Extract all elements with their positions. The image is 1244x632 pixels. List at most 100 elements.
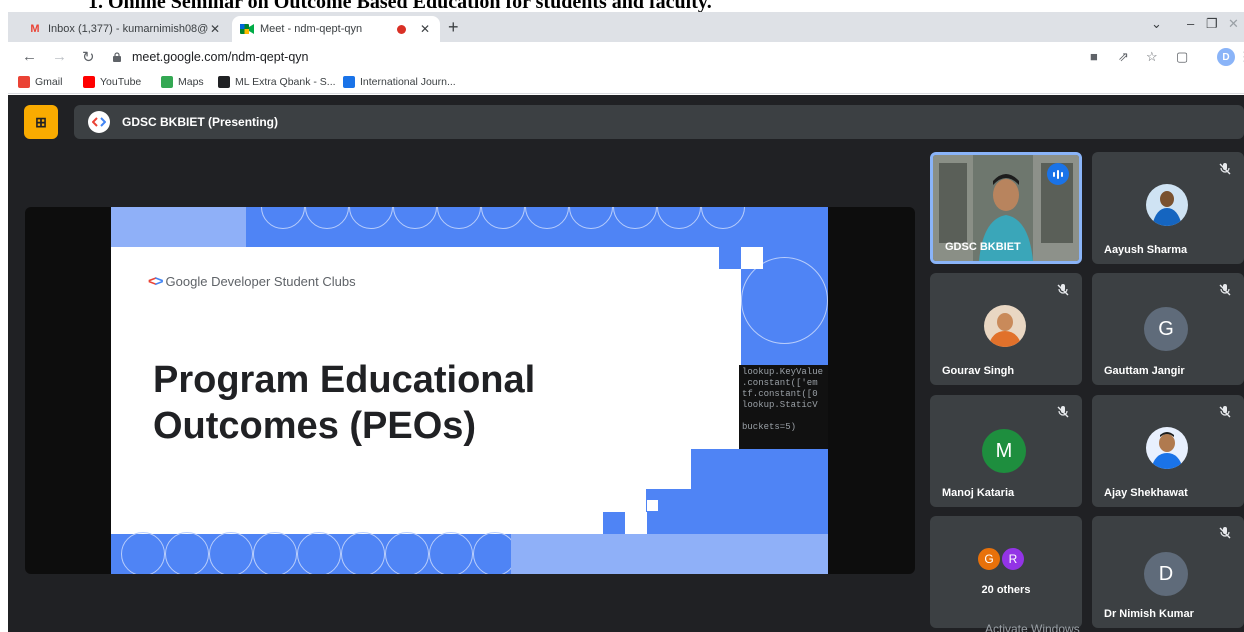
gdsc-logo-icon: <> bbox=[148, 273, 163, 290]
participant-name: Manoj Kataria bbox=[942, 487, 1015, 499]
qbank-icon bbox=[218, 76, 230, 88]
slide-step bbox=[691, 449, 828, 534]
forward-icon[interactable]: → bbox=[52, 48, 67, 65]
participant-tile-aayush-sharma[interactable]: Aayush Sharma bbox=[1092, 152, 1244, 264]
mic-off-icon bbox=[1219, 527, 1231, 539]
minimize-icon[interactable]: – bbox=[1187, 16, 1194, 31]
participant-name: Ajay Shekhawat bbox=[1104, 487, 1188, 499]
activate-windows-watermark: Activate Windows bbox=[985, 622, 1080, 632]
slide-arch bbox=[253, 532, 297, 574]
youtube-icon bbox=[83, 76, 95, 88]
tab-meet[interactable]: Meet - ndm-qept-qyn ✕ bbox=[232, 16, 440, 42]
bookmark-maps[interactable]: Maps bbox=[161, 76, 204, 88]
camera-icon[interactable]: ■ bbox=[1090, 49, 1098, 64]
close-window-icon[interactable]: ✕ bbox=[1228, 16, 1239, 32]
layout-icon[interactable]: ⊞ bbox=[24, 105, 58, 139]
bookmark-star-icon[interactable]: ☆ bbox=[1146, 49, 1158, 65]
new-tab-icon[interactable]: + bbox=[448, 17, 459, 38]
avatar: D bbox=[1144, 552, 1188, 596]
avatar bbox=[984, 305, 1026, 347]
bookmark-label: Gmail bbox=[35, 76, 63, 88]
slide-pattern bbox=[625, 512, 647, 534]
share-icon[interactable]: ⇗ bbox=[1118, 49, 1129, 65]
participant-tile-dr-nimish-kumar[interactable]: D Dr Nimish Kumar bbox=[1092, 516, 1244, 628]
participant-tile-gdsc-bkbiet[interactable]: GDSC BKBIET bbox=[930, 152, 1082, 264]
gmail-icon: M bbox=[30, 23, 40, 35]
brand-text: Google Developer Student Clubs bbox=[165, 274, 356, 289]
participant-name: Gourav Singh bbox=[942, 365, 1015, 377]
avatar: G bbox=[1144, 307, 1188, 351]
presenting-label: GDSC BKBIET (Presenting) bbox=[122, 115, 279, 129]
tab-strip: M Inbox (1,377) - kumarnimish08@ ✕ Meet … bbox=[8, 12, 1244, 42]
meet-top-bar: ⊞ GDSC BKBIET (Presenting) bbox=[24, 105, 1244, 139]
slide-arch bbox=[341, 532, 385, 574]
slide-pattern bbox=[511, 534, 828, 574]
chevron-down-icon[interactable]: ⌄ bbox=[1151, 16, 1162, 32]
document-caption: 1. Online Seminar on Outcome Based Educa… bbox=[0, 0, 1244, 12]
participant-tile-others[interactable]: G R 20 others bbox=[930, 516, 1082, 628]
close-icon[interactable]: ✕ bbox=[208, 22, 222, 36]
bookmark-youtube[interactable]: YouTube bbox=[83, 76, 141, 88]
slide-arch bbox=[165, 532, 209, 574]
avatar: M bbox=[982, 429, 1026, 473]
slide-step bbox=[646, 489, 691, 534]
gmail-icon bbox=[18, 76, 30, 88]
slide-arch bbox=[297, 532, 341, 574]
browser-toolbar: ← → ↻ meet.google.com/ndm-qept-qyn ■ ⇗ ☆… bbox=[8, 42, 1244, 72]
others-count: 20 others bbox=[981, 584, 1031, 596]
participant-tile-manoj-kataria[interactable]: M Manoj Kataria bbox=[930, 395, 1082, 507]
participant-tile-gauttam-jangir[interactable]: G Gauttam Jangir bbox=[1092, 273, 1244, 385]
reload-icon[interactable]: ↻ bbox=[82, 48, 95, 66]
slide-arch bbox=[209, 532, 253, 574]
bookmarks-bar: Gmail YouTube Maps ML Extra Qbank - S...… bbox=[8, 72, 1244, 94]
meet-window: ⊞ GDSC BKBIET (Presenting) lookup.KeyVal… bbox=[8, 95, 1244, 632]
address-bar[interactable]: meet.google.com/ndm-qept-qyn bbox=[112, 45, 1092, 69]
shared-screen[interactable]: lookup.KeyValue .constant(['em tf.consta… bbox=[25, 207, 915, 574]
more-menu-icon[interactable]: ⋮ bbox=[1238, 49, 1244, 65]
tab-title: Meet - ndm-qept-qyn bbox=[260, 23, 363, 35]
code-snippet: lookup.KeyValue .constant(['em tf.consta… bbox=[739, 365, 828, 449]
speaking-indicator-icon bbox=[1047, 163, 1069, 185]
url-text: meet.google.com/ndm-qept-qyn bbox=[132, 50, 309, 64]
participant-name: Dr Nimish Kumar bbox=[1104, 608, 1194, 620]
bookmark-label: ML Extra Qbank - S... bbox=[235, 76, 336, 88]
participant-name: Aayush Sharma bbox=[1104, 244, 1188, 256]
restore-icon[interactable]: ❐ bbox=[1206, 16, 1218, 32]
meet-icon bbox=[240, 22, 254, 36]
presenting-bar[interactable]: GDSC BKBIET (Presenting) bbox=[74, 105, 1244, 139]
gdsc-brand: <> Google Developer Student Clubs bbox=[148, 273, 356, 290]
slide-title-line: Outcomes (PEOs) bbox=[153, 405, 477, 447]
bookmark-gmail[interactable]: Gmail bbox=[18, 76, 62, 88]
bookmark-ml-qbank[interactable]: ML Extra Qbank - S... bbox=[218, 76, 336, 88]
tab-title: Inbox (1,377) - kumarnimish08@ bbox=[48, 23, 208, 35]
maps-icon bbox=[161, 76, 173, 88]
participant-tile-gourav-singh[interactable]: Gourav Singh bbox=[930, 273, 1082, 385]
bookmark-label: International Journ... bbox=[360, 76, 456, 88]
mic-off-icon bbox=[1219, 163, 1231, 175]
back-icon[interactable]: ← bbox=[22, 48, 37, 65]
slide-pattern bbox=[647, 500, 658, 511]
mic-off-icon bbox=[1219, 406, 1231, 418]
profile-avatar[interactable]: D bbox=[1217, 48, 1235, 66]
gdsc-logo-icon bbox=[88, 111, 110, 133]
participant-tile-ajay-shekhawat[interactable]: Ajay Shekhawat bbox=[1092, 395, 1244, 507]
bookmark-international-journal[interactable]: International Journ... bbox=[343, 76, 456, 88]
mic-off-icon bbox=[1057, 284, 1069, 296]
close-icon[interactable]: ✕ bbox=[418, 22, 432, 36]
slide-pattern bbox=[111, 207, 246, 247]
presentation-slide: lookup.KeyValue .constant(['em tf.consta… bbox=[111, 207, 828, 574]
slide-pattern bbox=[719, 247, 741, 269]
slide-arch bbox=[385, 532, 429, 574]
slide-arch bbox=[121, 532, 165, 574]
journal-icon bbox=[343, 76, 355, 88]
avatar bbox=[1146, 427, 1188, 469]
slide-arch bbox=[429, 532, 473, 574]
mic-off-icon bbox=[1057, 406, 1069, 418]
avatar bbox=[1146, 184, 1188, 226]
slide-arch bbox=[741, 257, 828, 344]
recording-icon bbox=[397, 24, 406, 34]
slide-pattern bbox=[741, 247, 763, 269]
caption-text: 1. Online Seminar on Outcome Based Educa… bbox=[88, 0, 712, 12]
tab-gmail[interactable]: M Inbox (1,377) - kumarnimish08@ ✕ bbox=[20, 16, 230, 42]
side-panel-icon[interactable]: ▢ bbox=[1176, 49, 1188, 65]
